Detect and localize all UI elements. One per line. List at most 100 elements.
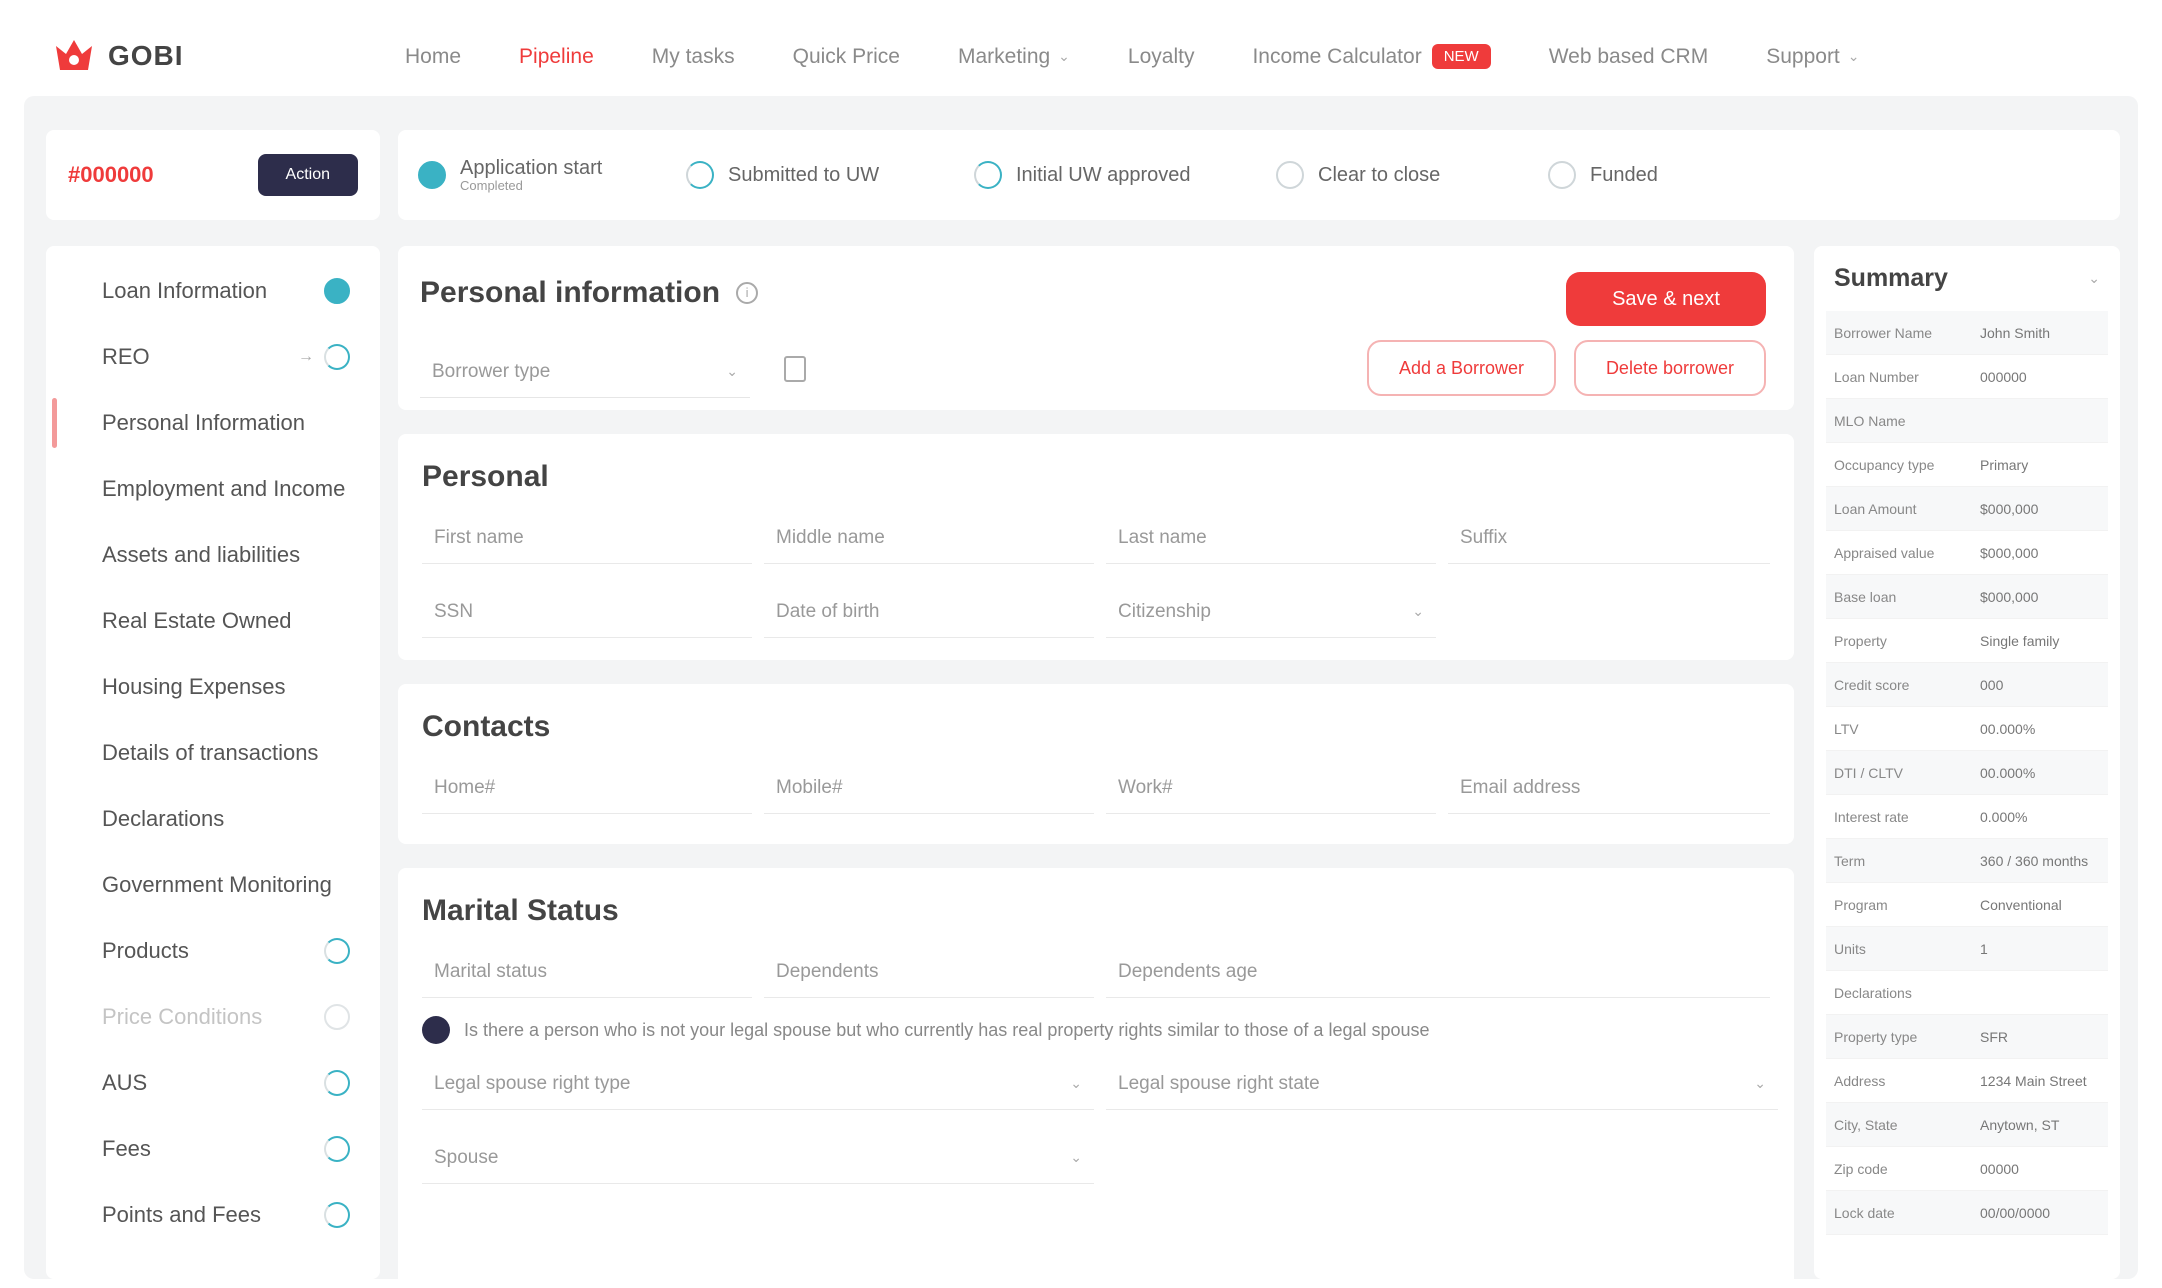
sidebar-item-label: Housing Expenses — [102, 674, 286, 699]
sidebar-item-price-conditions[interactable]: Price Conditions — [46, 984, 380, 1050]
sidebar-item-label: Fees — [102, 1136, 151, 1161]
home-phone-field[interactable]: Home# — [422, 762, 752, 814]
sidebar-item-aus[interactable]: AUS — [46, 1050, 380, 1116]
summary-value: 00/00/0000 — [1980, 1204, 2051, 1221]
summary-key: Units — [1834, 940, 1866, 957]
summary-key: Address — [1834, 1072, 1886, 1089]
summary-row: Program Conventional — [1826, 883, 2108, 927]
nav-item-income-calculator[interactable]: Income Calculator NEW — [1252, 44, 1491, 69]
step-application-start: Application start Completed — [418, 157, 602, 193]
last-name-field[interactable]: Last name — [1106, 512, 1436, 564]
work-phone-field[interactable]: Work# — [1106, 762, 1436, 814]
spouse-rights-checkbox-row[interactable]: Is there a person who is not your legal … — [422, 1016, 1770, 1044]
section-title: Personal — [422, 460, 549, 493]
summary-value: 00.000% — [1980, 764, 2036, 781]
summary-value: 360 / 360 months — [1980, 852, 2089, 869]
dependents-field[interactable]: Dependents — [764, 946, 1094, 998]
step-label: Clear to close — [1318, 163, 1441, 186]
info-icon[interactable]: i — [736, 282, 759, 304]
spouse-select[interactable]: Spouse ⌄ — [422, 1132, 1094, 1184]
summary-value: John Smith — [1980, 324, 2051, 341]
citizenship-select[interactable]: Citizenship ⌄ — [1106, 586, 1436, 638]
step-text: Application start Completed — [460, 157, 602, 193]
summary-row: Property type SFR — [1826, 1015, 2108, 1059]
dependents-age-field[interactable]: Dependents age — [1106, 946, 1770, 998]
date-of-birth-field[interactable]: Date of birth — [764, 586, 1094, 638]
sidebar-item-status — [324, 1202, 350, 1228]
sidebar-item-personal-information[interactable]: Personal Information — [46, 390, 380, 456]
contacts-section: Contacts Home# Mobile# Work# Email addre… — [398, 684, 1794, 844]
nav-item-quick-price[interactable]: Quick Price — [793, 45, 900, 69]
sidebar-item-declarations[interactable]: Declarations — [46, 786, 380, 852]
borrower-type-select[interactable]: Borrower type ⌄ — [420, 346, 750, 398]
sidebar-item-loan-information[interactable]: Loan Information — [46, 258, 380, 324]
chevron-down-icon[interactable]: ⌄ — [2088, 270, 2100, 287]
summary-row: Loan Amount $000,000 — [1826, 487, 2108, 531]
nav-item-loyalty[interactable]: Loyalty — [1128, 45, 1195, 69]
first-name-field[interactable]: First name — [422, 512, 752, 564]
summary-row: Term 360 / 360 months — [1826, 839, 2108, 883]
summary-key: Program — [1834, 896, 1888, 913]
sidebar-item-fees[interactable]: Fees — [46, 1116, 380, 1182]
summary-value: $000,000 — [1980, 544, 2039, 561]
nav-item-web-based-crm[interactable]: Web based CRM — [1549, 45, 1709, 69]
nav-item-pipeline[interactable]: Pipeline — [519, 45, 594, 69]
progress-circle-icon — [324, 1202, 350, 1228]
brand-logo[interactable]: GOBI — [52, 36, 184, 76]
summary-row: Units 1 — [1826, 927, 2108, 971]
progress-circle-icon — [324, 1070, 350, 1096]
summary-table: Borrower Name John Smith Loan Number 000000… — [1826, 311, 2108, 1235]
sidebar-item-products[interactable]: Products — [46, 918, 380, 984]
sidebar-item-details-of-transactions[interactable]: Details of transactions — [46, 720, 380, 786]
ssn-field[interactable]: SSN — [422, 586, 752, 638]
sidebar-item-reo[interactable]: REO → — [46, 324, 380, 390]
loan-action-button[interactable]: Action — [257, 154, 358, 196]
middle-name-field[interactable]: Middle name — [764, 512, 1094, 564]
new-badge: NEW — [1431, 44, 1491, 69]
workspace: #000000 Action Application start Complete… — [24, 96, 2138, 1288]
summary-value: 1 — [1980, 940, 1988, 957]
mobile-phone-field[interactable]: Mobile# — [764, 762, 1094, 814]
step-submitted-to-uw: Submitted to UW — [686, 161, 879, 189]
save-next-button[interactable]: Save & next — [1566, 272, 1766, 326]
nav-item-home[interactable]: Home — [405, 45, 461, 69]
summary-key: Zip code — [1834, 1160, 1888, 1177]
spouse-rights-checkbox[interactable] — [422, 1016, 450, 1044]
sidebar-item-housing-expenses[interactable]: Housing Expenses — [46, 654, 380, 720]
email-field[interactable]: Email address — [1448, 762, 1770, 814]
summary-key: Declarations — [1834, 984, 1912, 1001]
legal-spouse-right-type-select[interactable]: Legal spouse right type ⌄ — [422, 1058, 1094, 1110]
summary-key: Base loan — [1834, 588, 1897, 605]
nav-item-support[interactable]: Support ⌄ — [1766, 45, 1859, 69]
summary-value: 000 — [1980, 676, 2004, 693]
summary-key: MLO Name — [1834, 412, 1906, 429]
summary-row: Zip code 00000 — [1826, 1147, 2108, 1191]
nav-item-marketing[interactable]: Marketing ⌄ — [958, 45, 1070, 69]
sidebar-item-status — [324, 1070, 350, 1096]
chevron-down-icon: ⌄ — [1412, 603, 1424, 619]
summary-value: Single family — [1980, 632, 2060, 649]
sidebar-item-real-estate-owned[interactable]: Real Estate Owned — [46, 588, 380, 654]
add-borrower-button[interactable]: Add a Borrower — [1366, 340, 1556, 396]
delete-borrower-button[interactable]: Delete borrower — [1573, 340, 1766, 396]
progress-circle-icon — [324, 344, 350, 370]
trash-icon[interactable] — [784, 356, 806, 382]
sidebar-item-government-monitoring[interactable]: Government Monitoring — [46, 852, 380, 918]
summary-row: Borrower Name John Smith — [1826, 311, 2108, 355]
sidebar-item-label: Products — [102, 938, 189, 963]
progress-circle-icon — [324, 1136, 350, 1162]
sidebar-item-status — [324, 938, 350, 964]
spouse-rights-label: Is there a person who is not your legal … — [464, 1019, 1430, 1040]
sidebar-item-employment-and-income[interactable]: Employment and Income — [46, 456, 380, 522]
suffix-field[interactable]: Suffix — [1448, 512, 1770, 564]
summary-key: Credit score — [1834, 676, 1910, 693]
summary-key: Property — [1834, 632, 1887, 649]
check-circle-icon — [418, 160, 446, 189]
nav-item-my-tasks[interactable]: My tasks — [652, 45, 735, 69]
step-label: Submitted to UW — [728, 163, 880, 186]
sidebar-item-assets-and-liabilities[interactable]: Assets and liabilities — [46, 522, 380, 588]
marital-status-field[interactable]: Marital status — [422, 946, 752, 998]
sidebar-item-points-and-fees[interactable]: Points and Fees — [46, 1182, 380, 1248]
sidebar-item-label: REO — [102, 344, 150, 369]
legal-spouse-right-state-select[interactable]: Legal spouse right state ⌄ — [1106, 1058, 1778, 1110]
